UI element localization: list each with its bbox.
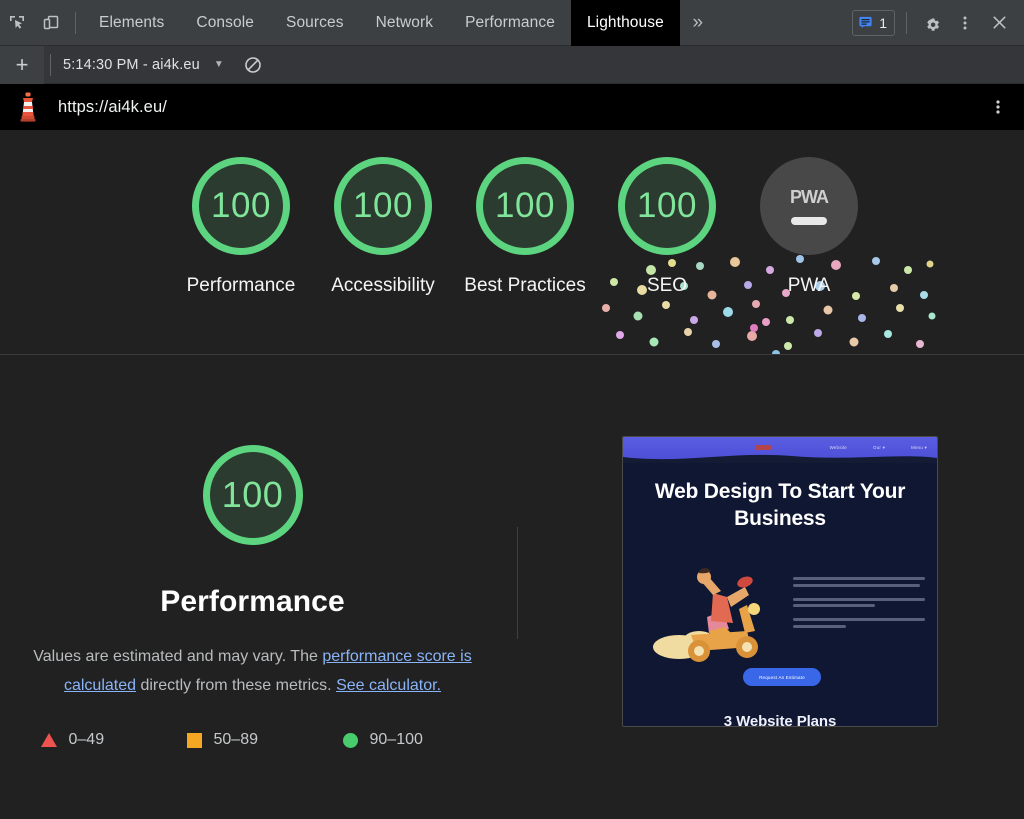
devtools-lighthouse-panel: Elements Console Sources Network Perform… [0, 0, 1024, 819]
performance-title: Performance [160, 585, 345, 618]
thumbnail-cta-button: Request An Estimate [743, 668, 821, 686]
thumbnail-page-content: Website Our ▾ Menu ▾ Web Design To Start… [623, 437, 937, 726]
thumbnail-nav-item: Website [829, 445, 848, 450]
close-icon[interactable] [982, 0, 1016, 46]
inspect-element-icon[interactable] [0, 0, 34, 46]
scooter-illustration [653, 568, 760, 662]
legend-item-average: 50–89 [186, 731, 343, 749]
legend-item-pass: 90–100 [342, 731, 423, 749]
toolbar-divider [75, 11, 76, 34]
new-report-button[interactable]: + [0, 45, 44, 84]
thumbnail-body-copy [793, 577, 925, 639]
performance-section: 100 Performance Values are estimated and… [0, 356, 1024, 819]
thumbnail-nav-item: Menu ▾ [911, 445, 927, 450]
thumbnail-paragraph [793, 597, 925, 607]
section-divider [517, 527, 518, 639]
issues-icon [859, 16, 872, 28]
thumbnail-section-heading: 3 Website Plans [723, 713, 837, 727]
gauge-label: PWA [787, 275, 831, 296]
thumbnail-site-header: Website Our ▾ Menu ▾ [623, 437, 937, 463]
lighthouse-run-bar: + 5:14:30 PM - ai4k.eu ▼ [0, 45, 1024, 84]
gauge-label: Accessibility [331, 275, 435, 296]
circle-icon [342, 732, 358, 748]
thumbnail-hero-heading: Web Design To Start Your Business [654, 480, 906, 530]
more-tabs-icon[interactable]: » [680, 0, 716, 46]
score-gauges: 100 Performance 100 Accessibility 100 Be… [0, 157, 1024, 300]
tab-performance[interactable]: Performance [449, 0, 571, 46]
tab-sources[interactable]: Sources [270, 0, 360, 46]
thumbnail-cta-label: Request An Estimate [759, 674, 805, 680]
score-legend: 0–49 50–89 90–100 [19, 731, 487, 749]
tab-lighthouse[interactable]: Lighthouse [570, 0, 680, 46]
description-text-2: directly from these metrics. [136, 677, 337, 695]
thumbnail-site-logo [755, 445, 771, 450]
toolbar-divider-2 [906, 11, 907, 34]
gauge-score-value: 100 [637, 186, 697, 225]
thumbnail-paragraph [793, 577, 925, 587]
pwa-badge-text: PWA [789, 187, 829, 207]
thumbnail-site-nav: Website Our ▾ Menu ▾ [829, 445, 927, 451]
page-screenshot-thumbnail[interactable]: Website Our ▾ Menu ▾ Web Design To Start… [622, 436, 938, 727]
run-selector-label[interactable]: 5:14:30 PM - ai4k.eu [63, 57, 200, 73]
description-text-1: Values are estimated and may vary. The [33, 648, 323, 665]
gauge-label: Best Practices [464, 275, 586, 296]
score-gauge-seo[interactable]: 100 SEO [596, 157, 738, 300]
thumbnail-paragraph [793, 618, 925, 628]
performance-description: Values are estimated and may vary. The p… [19, 642, 487, 700]
thumbnail-nav-item: Our ▾ [873, 445, 886, 450]
legend-item-fail: 0–49 [40, 731, 187, 749]
score-gauges-strip: 100 Performance 100 Accessibility 100 Be… [0, 130, 1024, 355]
chevron-down-icon[interactable]: ▼ [214, 59, 224, 70]
clear-icon[interactable] [242, 54, 264, 76]
gauge-ring: 100 [476, 157, 574, 255]
report-header: https://ai4k.eu/ [0, 84, 1024, 130]
tab-network[interactable]: Network [360, 0, 450, 46]
lighthouse-logo [20, 92, 36, 122]
legend-range: 90–100 [369, 731, 423, 749]
square-icon [186, 732, 202, 748]
score-gauge-best-practices[interactable]: 100 Best Practices [454, 157, 596, 300]
legend-range: 50–89 [213, 731, 259, 749]
gauge-score-value: 100 [353, 186, 413, 225]
performance-summary: 100 Performance Values are estimated and… [0, 356, 505, 749]
gauge-score-value: 100 [211, 186, 271, 225]
device-toolbar-icon[interactable] [34, 0, 68, 46]
see-calculator-link[interactable]: See calculator. [336, 677, 441, 694]
legend-range: 0–49 [68, 731, 105, 749]
pwa-badge: PWA [760, 157, 858, 255]
kebab-menu-icon[interactable] [948, 0, 982, 46]
score-gauge-performance[interactable]: 100 Performance [170, 157, 312, 300]
score-gauge-pwa[interactable]: PWA PWA [738, 157, 880, 300]
triangle-icon [40, 733, 57, 748]
score-gauge-accessibility[interactable]: 100 Accessibility [312, 157, 454, 300]
devtools-tab-bar: Elements Console Sources Network Perform… [0, 0, 1024, 46]
gear-icon[interactable] [914, 0, 948, 46]
tab-elements[interactable]: Elements [83, 0, 180, 46]
gauge-ring: 100 [618, 157, 716, 255]
report-kebab-menu-icon[interactable] [986, 92, 1010, 122]
issues-button[interactable]: 1 [852, 9, 895, 36]
gauge-ring: 100 [334, 157, 432, 255]
run-bar-divider [50, 53, 51, 76]
performance-score-value: 100 [221, 474, 284, 515]
report-url[interactable]: https://ai4k.eu/ [58, 98, 167, 117]
gauge-label: Performance [186, 275, 296, 296]
gauge-score-value: 100 [495, 186, 555, 225]
wave-shape [623, 454, 937, 463]
tab-console[interactable]: Console [180, 0, 270, 46]
toolbar-right-actions: 1 [852, 0, 1024, 46]
gauge-label: SEO [646, 275, 688, 296]
gauge-ring: 100 [192, 157, 290, 255]
panel-tabs: Elements Console Sources Network Perform… [83, 0, 680, 46]
performance-gauge: 100 [202, 445, 303, 545]
issues-count: 1 [879, 14, 887, 31]
pwa-badge-pill [791, 217, 827, 225]
